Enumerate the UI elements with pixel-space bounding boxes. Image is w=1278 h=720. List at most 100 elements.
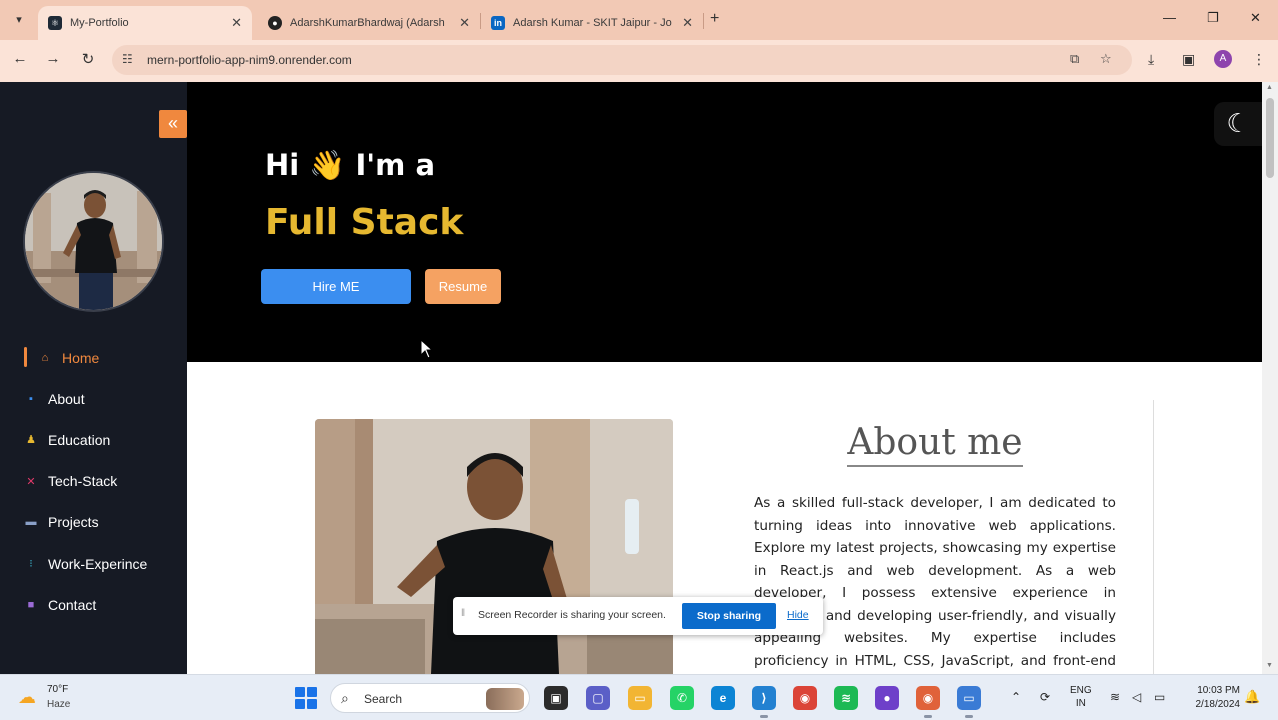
tab-title: Adarsh Kumar - SKIT Jaipur - Jo bbox=[513, 17, 672, 29]
scrollbar-thumb[interactable] bbox=[1266, 98, 1274, 178]
drag-handle-icon[interactable]: ‖ bbox=[461, 608, 465, 619]
profile-avatar[interactable]: A bbox=[1214, 50, 1232, 68]
tab-title: AdarshKumarBhardwaj (Adarsh bbox=[290, 17, 445, 29]
close-tab-icon[interactable]: ✕ bbox=[459, 15, 470, 31]
chrome-icon[interactable]: ◉ bbox=[793, 686, 817, 710]
tab-github[interactable]: ● AdarshKumarBhardwaj (Adarsh ✕ bbox=[258, 6, 480, 40]
download-icon[interactable]: ⤓ bbox=[1148, 51, 1154, 68]
github-favicon-icon: ● bbox=[268, 16, 282, 30]
close-tab-icon[interactable]: ✕ bbox=[231, 15, 242, 31]
weather-temperature[interactable]: 70°F bbox=[47, 684, 68, 695]
new-tab-plus-icon[interactable]: + bbox=[710, 10, 719, 28]
sidebar-item-label: Projects bbox=[48, 514, 99, 531]
tab-linkedin[interactable]: in Adarsh Kumar - SKIT Jaipur - Jo ✕ bbox=[481, 6, 703, 40]
task-view-icon[interactable]: ▣ bbox=[544, 686, 568, 710]
tab-search-chevron-icon[interactable]: ▾ bbox=[8, 8, 30, 30]
active-indicator bbox=[24, 347, 27, 367]
file-explorer-icon[interactable]: ▭ bbox=[628, 686, 652, 710]
notification-bell-icon[interactable]: 🔔 bbox=[1244, 689, 1260, 705]
dark-mode-moon-icon[interactable]: ☾ bbox=[1214, 102, 1262, 146]
teams-chat-icon[interactable]: ▢ bbox=[586, 686, 610, 710]
sidebar-item-label: Tech-Stack bbox=[48, 473, 118, 490]
language-indicator[interactable]: ENG IN bbox=[1070, 684, 1092, 710]
sidebar-item-tech-stack[interactable]: ✕ Tech-Stack bbox=[0, 461, 187, 502]
back-arrow-icon[interactable]: ← bbox=[9, 50, 31, 67]
side-panel-icon[interactable]: ▣ bbox=[1182, 51, 1195, 68]
install-app-icon[interactable]: ⧉ bbox=[1070, 51, 1079, 67]
battery-icon[interactable]: ▭ bbox=[1154, 690, 1165, 704]
taskbar-search-label: Search bbox=[364, 692, 403, 706]
site-info-icon[interactable]: ☷ bbox=[122, 52, 133, 66]
screen-recorder-icon[interactable]: ▭ bbox=[957, 686, 981, 718]
scroll-up-icon[interactable]: ▲ bbox=[1266, 84, 1273, 91]
vscode-icon[interactable]: ⟩ bbox=[752, 686, 776, 718]
sidebar-item-home[interactable]: ⌂ Home bbox=[0, 337, 187, 378]
wifi-icon[interactable]: ≋ bbox=[1110, 690, 1120, 704]
search-icon: ⌕ bbox=[341, 690, 349, 706]
home-icon: ⌂ bbox=[41, 351, 49, 364]
reload-icon[interactable]: ↻ bbox=[77, 50, 99, 68]
about-photo bbox=[315, 419, 673, 674]
system-clock[interactable]: 10:03 PM 2/18/2024 bbox=[1184, 684, 1241, 712]
tab-separator bbox=[703, 13, 704, 29]
url-text[interactable]: mern-portfolio-app-nim9.onrender.com bbox=[147, 53, 352, 67]
sync-icon[interactable]: ⟳ bbox=[1040, 690, 1050, 704]
browser-tab-strip: ▾ ⚛ My-Portfolio ✕ ● AdarshKumarBhardwaj… bbox=[0, 0, 1278, 40]
page-scrollbar[interactable]: ▲ ▼ bbox=[1262, 82, 1278, 674]
volume-icon[interactable]: ◁ bbox=[1132, 690, 1141, 704]
menu-kebab-icon[interactable]: ⋮ bbox=[1252, 51, 1266, 68]
browser-toolbar: ← → ↻ ☷ mern-portfolio-app-nim9.onrender… bbox=[0, 40, 1278, 82]
bookmark-star-icon[interactable]: ☆ bbox=[1100, 51, 1112, 67]
sidebar-item-work-experince[interactable]: ⁝ Work-Experince bbox=[0, 543, 187, 584]
clock-time: 10:03 PM bbox=[1197, 685, 1240, 696]
react-favicon-icon: ⚛ bbox=[48, 16, 62, 30]
restore-icon[interactable]: ❐ bbox=[1207, 10, 1219, 26]
minimize-icon[interactable]: — bbox=[1163, 10, 1176, 25]
hide-link[interactable]: Hide bbox=[787, 609, 809, 621]
region-code: IN bbox=[1075, 698, 1086, 709]
sidebar-item-label: About bbox=[48, 390, 85, 407]
windows-start-icon[interactable] bbox=[295, 687, 317, 709]
taskbar-search-box[interactable]: ⌕ Search bbox=[330, 683, 530, 713]
scroll-down-icon[interactable]: ▼ bbox=[1266, 662, 1273, 669]
tray-chevron-up-icon[interactable]: ⌃ bbox=[1011, 690, 1021, 704]
sidebar-item-about[interactable]: ▪ About bbox=[0, 378, 187, 419]
sidebar: « ⌂ Home ▪ About ♟ Education ✕ Tech-Stac… bbox=[0, 82, 187, 674]
close-window-icon[interactable]: ✕ bbox=[1250, 10, 1261, 26]
hero-section: Hi 👋 I'm a Full Stack Hire ME Resume bbox=[187, 82, 1262, 362]
hire-me-button[interactable]: Hire ME bbox=[261, 269, 411, 304]
projects-icon: ▬ bbox=[25, 516, 37, 529]
about-divider bbox=[1153, 400, 1154, 674]
tab-title: My-Portfolio bbox=[70, 17, 129, 29]
profile-photo bbox=[23, 171, 164, 312]
close-tab-icon[interactable]: ✕ bbox=[682, 15, 693, 31]
chrome-profile-icon[interactable]: ◉ bbox=[916, 686, 940, 718]
github-desktop-icon[interactable]: ● bbox=[875, 686, 899, 710]
sharing-message: Screen Recorder is sharing your screen. bbox=[478, 609, 666, 621]
clock-date: 2/18/2024 bbox=[1195, 699, 1241, 710]
sidebar-item-label: Education bbox=[48, 431, 111, 448]
resume-button[interactable]: Resume bbox=[425, 269, 501, 304]
sidebar-nav: ⌂ Home ▪ About ♟ Education ✕ Tech-Stack … bbox=[0, 337, 187, 625]
stop-sharing-button[interactable]: Stop sharing bbox=[682, 603, 776, 629]
linkedin-favicon-icon: in bbox=[491, 16, 505, 30]
hero-role-typewriter: Full Stack bbox=[265, 202, 464, 243]
sidebar-item-education[interactable]: ♟ Education bbox=[0, 419, 187, 460]
mouse-cursor-icon bbox=[420, 339, 434, 359]
address-bar[interactable]: ☷ mern-portfolio-app-nim9.onrender.com ⧉… bbox=[112, 45, 1132, 75]
sidebar-item-label: Work-Experince bbox=[48, 555, 148, 572]
collapse-sidebar-icon[interactable]: « bbox=[159, 110, 187, 138]
spotify-icon[interactable]: ≋ bbox=[834, 686, 858, 710]
forward-arrow-icon[interactable]: → bbox=[42, 50, 64, 67]
whatsapp-icon[interactable]: ✆ bbox=[670, 686, 694, 710]
tab-my-portfolio[interactable]: ⚛ My-Portfolio ✕ bbox=[38, 6, 252, 40]
page-viewport: « ⌂ Home ▪ About ♟ Education ✕ Tech-Stac… bbox=[0, 82, 1278, 674]
briefcase-icon: ⁝ bbox=[29, 558, 33, 571]
weather-condition[interactable]: Haze bbox=[47, 699, 70, 710]
language-code: ENG bbox=[1070, 685, 1092, 696]
tools-icon: ✕ bbox=[26, 475, 36, 488]
weather-haze-icon[interactable]: ☁ bbox=[18, 687, 36, 708]
sidebar-item-projects[interactable]: ▬ Projects bbox=[0, 502, 187, 543]
sidebar-item-contact[interactable]: ■ Contact bbox=[0, 584, 187, 625]
edge-browser-icon[interactable]: e bbox=[711, 686, 735, 710]
